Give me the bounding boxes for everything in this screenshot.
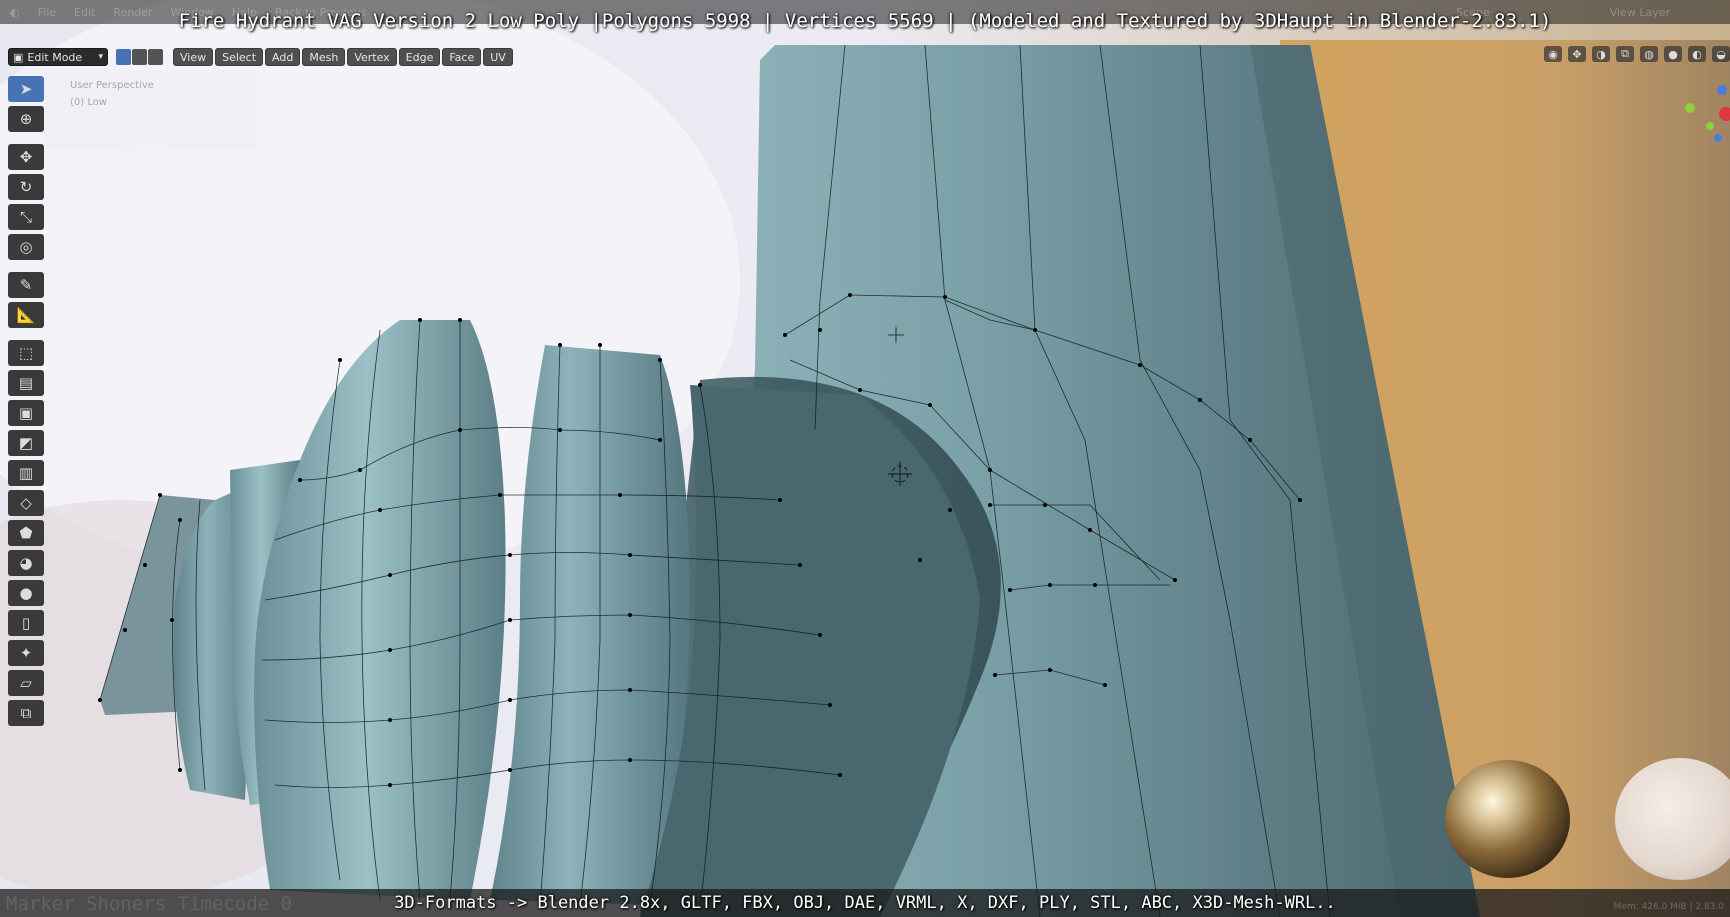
spin-tool[interactable]: ◕ [8, 550, 44, 576]
poly-build-icon: ⬟ [19, 524, 33, 542]
edge-slide-tool[interactable]: ▯ [8, 610, 44, 636]
rendered-shading-icon[interactable]: ◒ [1712, 46, 1730, 62]
pencil-icon: ✎ [19, 276, 33, 294]
shear-tool[interactable]: ▱ [8, 670, 44, 696]
tool-shelf: ➤ ⊕ ✥ ↻ ⤡ ◎ ✎ 📐 ⬚ ▤ ▣ ◩ ▥ ◇ ⬟ ◕ ● ▯ ✦ ▱ … [8, 76, 45, 726]
xray-toggle-icon[interactable]: ⧉ [1616, 46, 1634, 62]
edit-mode-icon: ▣ [13, 50, 24, 64]
viewport-overlay-bar: ◉ ✥ ◑ ⧉ ◍ ● ◐ ◒ [1544, 46, 1730, 62]
scale-tool[interactable]: ⤡ [8, 204, 44, 230]
face-select-button[interactable] [148, 49, 163, 65]
menu-select[interactable]: Select [215, 48, 264, 66]
shrink-fatten-tool[interactable]: ✦ [8, 640, 44, 666]
knife-tool[interactable]: ◇ [8, 490, 44, 516]
menu-uv[interactable]: UV [483, 48, 513, 66]
smooth-sphere-icon: ● [19, 584, 33, 602]
rotate-tool[interactable]: ↻ [8, 174, 44, 200]
knife-icon: ◇ [20, 494, 32, 512]
mode-selector[interactable]: ▣ Edit Mode ▾ [8, 48, 108, 66]
crosshair-cursor-icon: ⊕ [19, 110, 33, 128]
annotate-tool[interactable]: ✎ [8, 272, 44, 298]
shear-icon: ▱ [20, 674, 32, 692]
measure-tool[interactable]: 📐 [8, 302, 44, 328]
cursor-arrow-icon: ➤ [19, 80, 33, 98]
menu-view[interactable]: View [173, 48, 214, 66]
viewport-info: User Perspective (0) Low [70, 77, 154, 111]
extrude-tool[interactable]: ▤ [8, 370, 44, 396]
navigation-gizmo[interactable] [1680, 82, 1730, 152]
rotate-icon: ↻ [19, 178, 33, 196]
vertex-select-button[interactable] [116, 49, 131, 65]
scale-icon: ⤡ [19, 208, 32, 226]
rip-region-tool[interactable]: ⧉ [8, 700, 44, 726]
select-box-tool[interactable]: ➤ [8, 76, 44, 102]
overlay-toggle-icon[interactable]: ◑ [1592, 46, 1610, 62]
spin-icon: ◕ [19, 554, 33, 572]
material-shading-icon[interactable]: ◐ [1688, 46, 1706, 62]
loop-cut-tool[interactable]: ▥ [8, 460, 44, 486]
visibility-icon[interactable]: ◉ [1544, 46, 1562, 62]
perspective-label: User Perspective [70, 80, 154, 91]
poly-build-tool[interactable]: ⬟ [8, 520, 44, 546]
smooth-tool[interactable]: ● [8, 580, 44, 606]
bevel-icon: ◩ [18, 434, 34, 452]
add-cube-tool[interactable]: ⬚ [8, 340, 44, 366]
inset-icon: ▣ [18, 404, 34, 422]
add-cube-icon: ⬚ [18, 344, 34, 362]
status-bar-info: Mem: 426.0 MiB | 2.83.0 [1613, 902, 1724, 912]
loop-cut-icon: ▥ [18, 464, 34, 482]
menu-add[interactable]: Add [265, 48, 301, 66]
title-overlay: Fire Hydrant VAG Version 2 Low Poly |Pol… [178, 10, 1552, 32]
select-mode-group [116, 49, 163, 65]
rip-icon: ⧉ [20, 704, 32, 722]
menu-edge[interactable]: Edge [398, 48, 441, 66]
menu-mesh[interactable]: Mesh [302, 48, 346, 66]
gizmo-toggle-icon[interactable]: ✥ [1568, 46, 1586, 62]
bevel-tool[interactable]: ◩ [8, 430, 44, 456]
mode-label: Edit Mode [27, 50, 83, 64]
edge-select-button[interactable] [132, 49, 147, 65]
object-name-label: (0) Low [70, 97, 108, 108]
viewport-header: ▣ Edit Mode ▾ View Select Add Mesh Verte… [8, 48, 513, 66]
ruler-icon: 📐 [16, 306, 36, 324]
extrude-icon: ▤ [18, 374, 34, 392]
shrink-fatten-icon: ✦ [19, 644, 33, 662]
wireframe-shading-icon[interactable]: ◍ [1640, 46, 1658, 62]
menu-vertex[interactable]: Vertex [347, 48, 397, 66]
solid-shading-icon[interactable]: ● [1664, 46, 1682, 62]
formats-overlay: 3D-Formats -> Blender 2.8x, GLTF, FBX, O… [394, 893, 1336, 913]
gold-hdri-sphere [1445, 760, 1570, 878]
chevron-down-icon: ▾ [98, 52, 103, 62]
move-arrows-icon: ✥ [19, 148, 33, 166]
transform-icon: ◎ [19, 238, 33, 256]
inset-tool[interactable]: ▣ [8, 400, 44, 426]
move-tool[interactable]: ✥ [8, 144, 44, 170]
menu-face[interactable]: Face [442, 48, 482, 66]
edge-slide-icon: ▯ [21, 614, 31, 632]
transform-tool[interactable]: ◎ [8, 234, 44, 260]
cursor-tool[interactable]: ⊕ [8, 106, 44, 132]
